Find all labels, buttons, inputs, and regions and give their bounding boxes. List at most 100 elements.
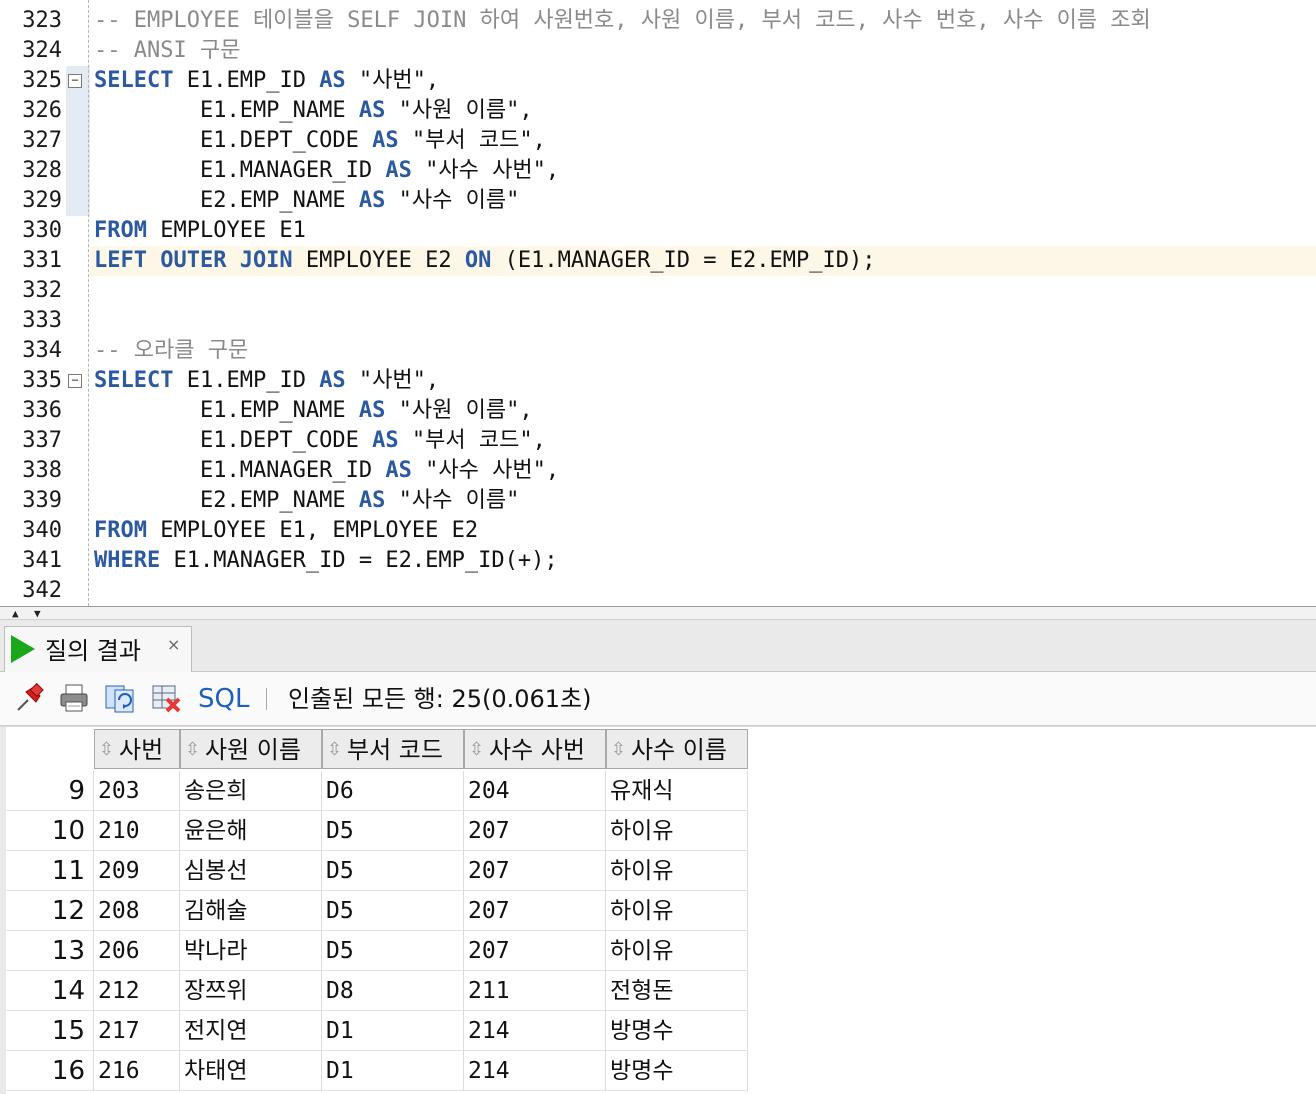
table-cell[interactable]: 하이유: [606, 891, 748, 931]
table-cell[interactable]: 207: [464, 931, 606, 971]
table-row[interactable]: 14 212 장쯔위 D8 211 전형돈: [6, 971, 748, 1011]
table-cell[interactable]: 216: [94, 1051, 180, 1091]
table-row[interactable]: 9 203 송은희 D6 204 유재식: [6, 771, 748, 811]
result-toolbar: SQL 인출된 모든 행: 25(0.061초): [0, 672, 1316, 726]
print-icon[interactable]: [58, 682, 90, 714]
code-line: E1.DEPT_CODE AS "부서 코드",: [94, 126, 546, 156]
line-number: 340: [22, 518, 62, 543]
code-text: "사수 이름": [385, 488, 520, 513]
sql-button[interactable]: SQL: [198, 684, 249, 714]
fold-toggle-icon[interactable]: −: [68, 74, 82, 88]
table-cell[interactable]: 206: [94, 931, 180, 971]
sort-icon[interactable]: ⇳: [99, 730, 115, 770]
table-cell[interactable]: 207: [464, 811, 606, 851]
table-cell[interactable]: D6: [322, 771, 464, 811]
table-cell[interactable]: 214: [464, 1051, 606, 1091]
table-cell[interactable]: 207: [464, 891, 606, 931]
code-text: E1.EMP_NAME: [94, 98, 359, 123]
table-cell[interactable]: 심봉선: [180, 851, 322, 891]
table-cell[interactable]: 211: [464, 971, 606, 1011]
table-cell[interactable]: 214: [464, 1011, 606, 1051]
line-number: 333: [22, 308, 62, 333]
table-cell[interactable]: 방명수: [606, 1051, 748, 1091]
tab-query-result[interactable]: 질의 결과 ×: [4, 626, 192, 672]
sort-icon[interactable]: ⇳: [327, 730, 343, 770]
line-number: 334: [22, 338, 62, 363]
sql-keyword: AS: [385, 458, 412, 483]
sort-icon[interactable]: ⇳: [185, 730, 201, 770]
line-number: 327: [22, 128, 62, 153]
row-number: 9: [6, 771, 94, 811]
sql-editor[interactable]: 323 324 325 326 327 328 329 330 331 332 333 334 335 3…: [0, 0, 1316, 606]
panel-splitter[interactable]: ▲ ▼: [0, 606, 1316, 620]
table-cell[interactable]: D5: [322, 811, 464, 851]
table-cell[interactable]: D5: [322, 931, 464, 971]
table-cell[interactable]: 217: [94, 1011, 180, 1051]
sort-icon[interactable]: ⇳: [469, 730, 485, 770]
table-cell[interactable]: D1: [322, 1051, 464, 1091]
table-row[interactable]: 10 210 윤은해 D5 207 하이유: [6, 811, 748, 851]
sql-comment: -- EMPLOYEE 테이블을 SELF JOIN 하여 사원번호, 사원 이…: [94, 8, 1151, 33]
table-cell[interactable]: 전지연: [180, 1011, 322, 1051]
table-row[interactable]: 12 208 김해술 D5 207 하이유: [6, 891, 748, 931]
sort-icon[interactable]: ⇳: [611, 730, 627, 770]
toolbar-divider: [266, 688, 267, 710]
table-cell[interactable]: 하이유: [606, 851, 748, 891]
row-number: 16: [6, 1051, 94, 1091]
table-cell[interactable]: 송은희: [180, 771, 322, 811]
table-cell[interactable]: D1: [322, 1011, 464, 1051]
code-line: SELECT E1.EMP_ID AS "사번",: [94, 366, 439, 396]
table-cell[interactable]: 장쯔위: [180, 971, 322, 1011]
code-line: E2.EMP_NAME AS "사수 이름": [94, 486, 519, 516]
column-header[interactable]: ⇳ 사수 사번: [464, 729, 606, 769]
code-line: FROM EMPLOYEE E1, EMPLOYEE E2: [94, 516, 478, 546]
sql-keyword: SELECT: [94, 68, 174, 93]
table-cell[interactable]: 윤은해: [180, 811, 322, 851]
table-cell[interactable]: D5: [322, 891, 464, 931]
delete-icon[interactable]: [150, 682, 182, 714]
run-icon: [11, 635, 35, 663]
code-text: "사수 사번",: [411, 158, 560, 183]
table-cell[interactable]: 방명수: [606, 1011, 748, 1051]
expand-up-icon[interactable]: ▲: [12, 608, 19, 619]
column-header[interactable]: ⇳ 사수 이름: [606, 729, 748, 769]
table-cell[interactable]: 하이유: [606, 811, 748, 851]
table-cell[interactable]: 203: [94, 771, 180, 811]
sql-comment: -- ANSI 구문: [94, 38, 241, 63]
table-cell[interactable]: 하이유: [606, 931, 748, 971]
fold-toggle-icon[interactable]: −: [68, 374, 82, 388]
code-line: E2.EMP_NAME AS "사수 이름": [94, 186, 519, 216]
refresh-icon[interactable]: [104, 682, 136, 714]
table-row[interactable]: 11 209 심봉선 D5 207 하이유: [6, 851, 748, 891]
table-cell[interactable]: 210: [94, 811, 180, 851]
sql-keyword: AS: [358, 188, 386, 213]
table-row[interactable]: 15 217 전지연 D1 214 방명수: [6, 1011, 748, 1051]
table-row[interactable]: 16 216 차태연 D1 214 방명수: [6, 1051, 748, 1091]
collapse-down-icon[interactable]: ▼: [34, 608, 41, 619]
table-cell[interactable]: 박나라: [180, 931, 322, 971]
code-text: EMPLOYEE E1: [146, 218, 306, 243]
column-header[interactable]: ⇳ 사번: [94, 729, 180, 769]
close-icon[interactable]: ×: [167, 637, 180, 653]
table-cell[interactable]: 208: [94, 891, 180, 931]
table-cell[interactable]: 전형돈: [606, 971, 748, 1011]
table-cell[interactable]: 207: [464, 851, 606, 891]
code-text: "사번",: [345, 68, 440, 93]
table-cell[interactable]: 204: [464, 771, 606, 811]
table-cell[interactable]: 유재식: [606, 771, 748, 811]
code-text: E1.EMP_NAME: [94, 398, 359, 423]
table-cell[interactable]: D5: [322, 851, 464, 891]
line-number: 330: [22, 218, 62, 243]
table-cell[interactable]: 212: [94, 971, 180, 1011]
result-grid[interactable]: ⇳ 사번 ⇳ 사원 이름 ⇳ 부서 코드 ⇳ 사수 사번 ⇳ 사수 이름 9 203 송은희 D6 204…: [0, 726, 1316, 1094]
table-cell[interactable]: 김해술: [180, 891, 322, 931]
line-number-gutter: 323 324 325 326 327 328 329 330 331 332 333 334 335 3…: [0, 0, 66, 606]
pin-icon[interactable]: [14, 682, 46, 714]
table-cell[interactable]: D8: [322, 971, 464, 1011]
column-header[interactable]: ⇳ 사원 이름: [180, 729, 322, 769]
table-cell[interactable]: 209: [94, 851, 180, 891]
table-row[interactable]: 13 206 박나라 D5 207 하이유: [6, 931, 748, 971]
line-number: 342: [22, 578, 62, 603]
column-header[interactable]: ⇳ 부서 코드: [322, 729, 464, 769]
table-cell[interactable]: 차태연: [180, 1051, 322, 1091]
